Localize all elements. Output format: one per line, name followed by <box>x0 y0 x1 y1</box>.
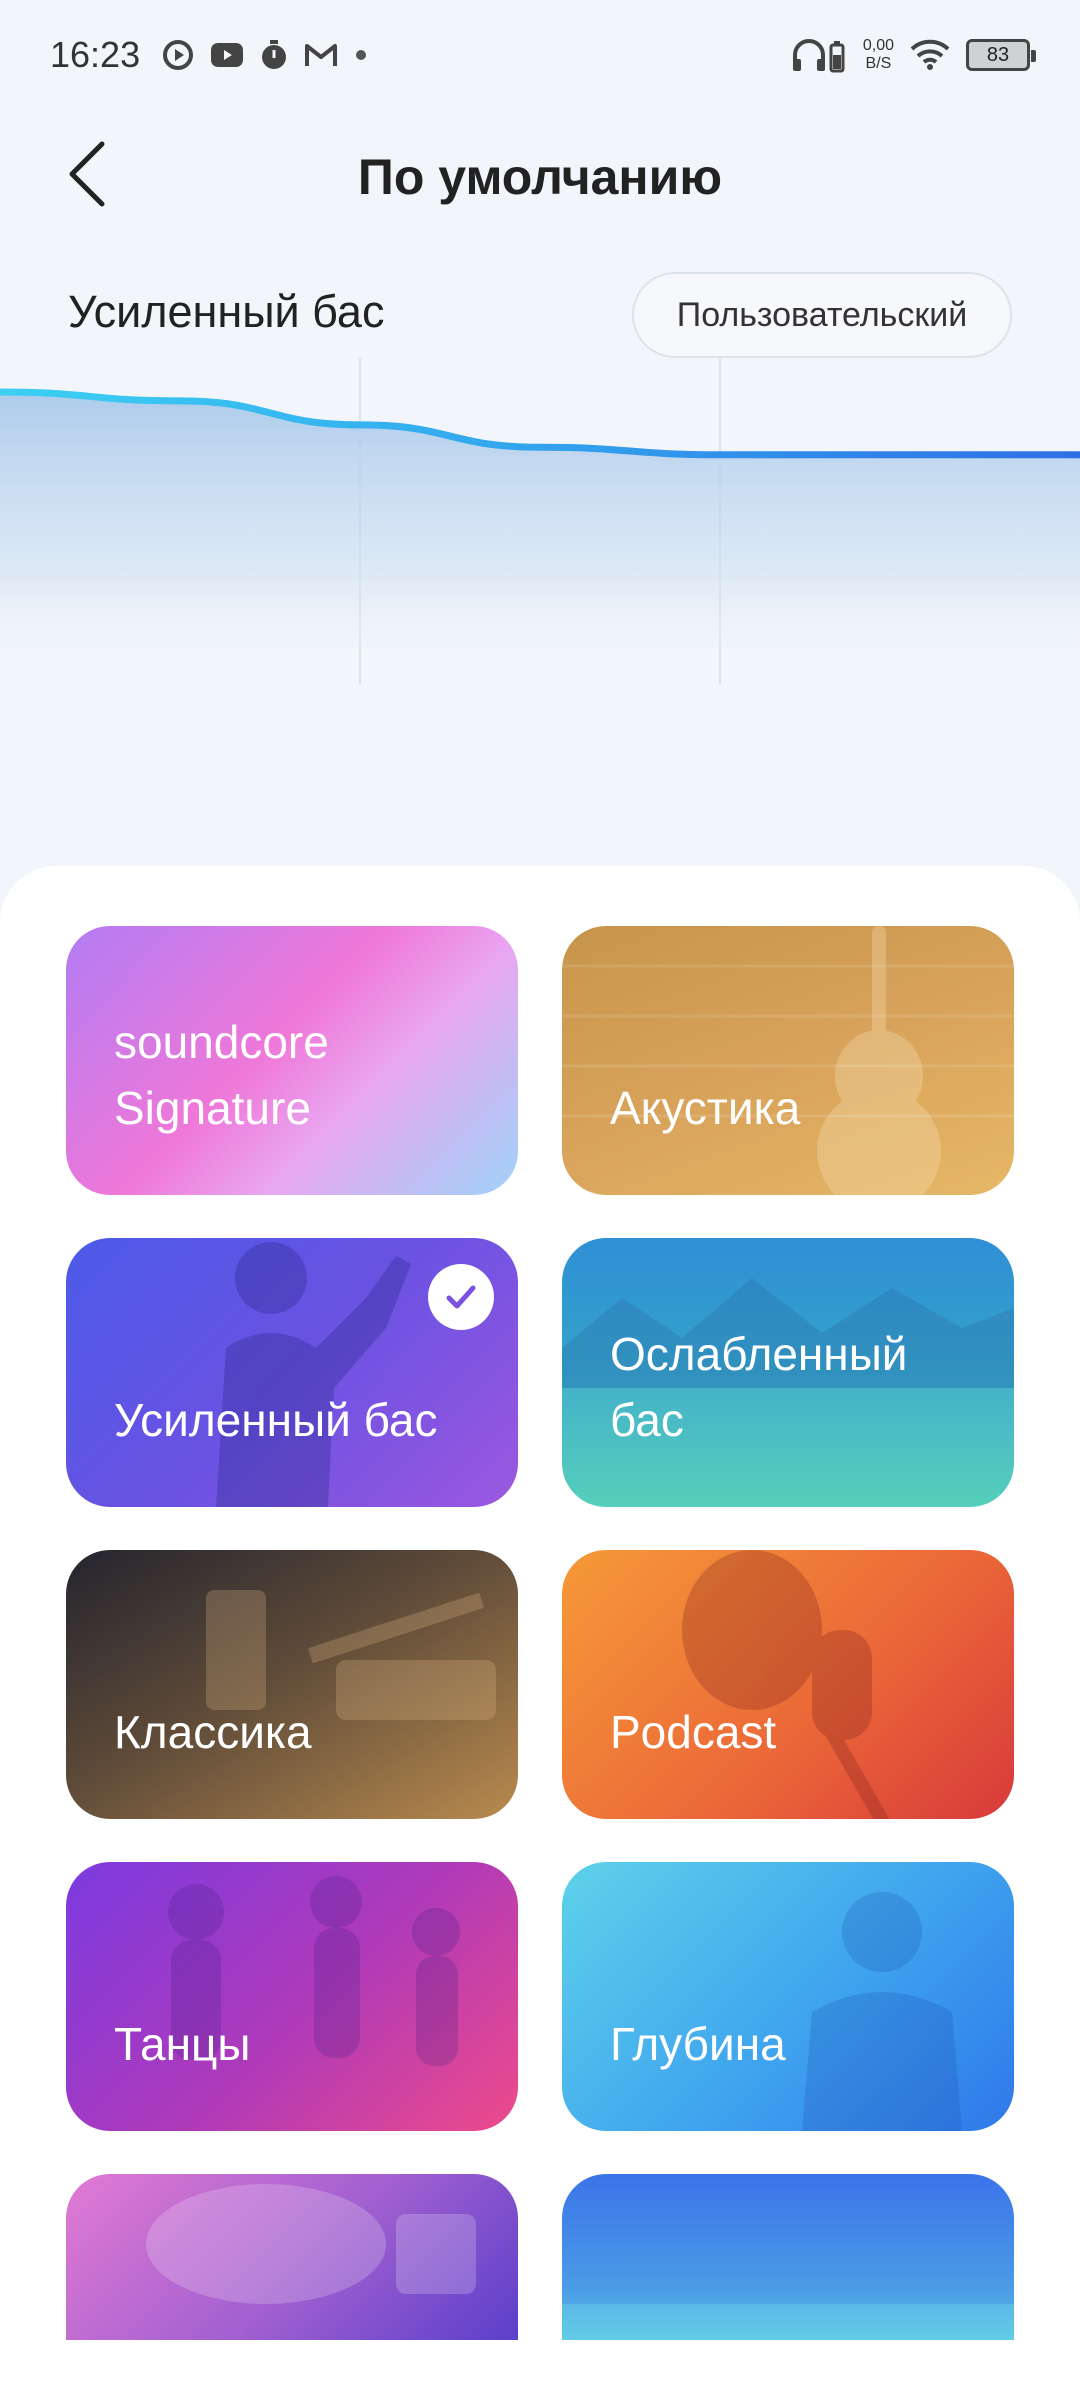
singer-microphone-image <box>682 1550 896 1819</box>
preset-label: Классика <box>114 1706 312 1758</box>
page-title: По умолчанию <box>357 149 723 205</box>
gmail-icon <box>304 42 338 68</box>
preset-label: Podcast <box>610 1706 777 1758</box>
battery-level: 83 <box>986 43 1010 66</box>
system-icons: 0,00 B/S 83 <box>791 35 1036 75</box>
preset-grid: soundcore Signature Акустика Усиленный б… <box>66 926 1014 2340</box>
preset-card[interactable] <box>562 2174 1014 2340</box>
header: По умолчанию <box>0 120 1080 230</box>
play-circle-icon <box>162 39 194 71</box>
sea-image <box>562 2304 1014 2340</box>
preset-card[interactable]: Ослабленный бас <box>562 1238 1014 1507</box>
preset-label: Акустика <box>610 1082 801 1134</box>
selected-check-icon <box>428 1264 494 1330</box>
dancers-image <box>168 1876 460 2066</box>
turntable-image <box>146 2184 476 2304</box>
preset-label: soundcore Signature <box>114 1016 329 1134</box>
timer-icon <box>260 39 288 71</box>
current-preset-label: Усиленный бас <box>68 286 385 337</box>
youtube-icon <box>210 42 244 68</box>
eq-curve-graph <box>0 358 1080 685</box>
dot-icon <box>354 48 368 62</box>
status-bar: 16:23 0,00 B/S 83 <box>0 0 1080 110</box>
net-speed: 0,00 B/S <box>863 37 894 73</box>
preset-label: Усиленный бас <box>114 1394 438 1446</box>
preset-card[interactable]: Акустика <box>562 926 1014 1195</box>
preset-card[interactable]: Танцы <box>66 1862 518 2131</box>
notification-icons <box>162 39 368 71</box>
preset-card[interactable]: Классика <box>66 1550 518 1819</box>
preset-card[interactable]: Podcast <box>562 1550 1014 1819</box>
preset-sheet: soundcore Signature Акустика Усиленный б… <box>0 866 1080 2400</box>
preset-card[interactable] <box>66 2174 518 2340</box>
preset-label: Глубина <box>610 2018 786 2070</box>
battery-icon: 83 <box>966 39 1036 71</box>
preset-label: Танцы <box>114 2018 251 2070</box>
headphones-battery-icon <box>791 35 847 75</box>
wifi-icon <box>910 39 950 71</box>
preset-card[interactable]: soundcore Signature <box>66 926 518 1195</box>
guitar-image <box>562 926 1014 1195</box>
preset-card[interactable]: Усиленный бас <box>66 1238 518 1507</box>
piano-image <box>206 1590 496 1720</box>
eq-curve-area <box>0 391 1080 670</box>
preset-card[interactable]: Глубина <box>562 1862 1014 2131</box>
status-time: 16:23 <box>50 34 141 75</box>
net-speed-value: 0,00 <box>862 37 894 54</box>
preset-label: Ослабленный бас <box>610 1328 908 1446</box>
net-speed-unit: B/S <box>865 55 892 72</box>
man-headphones-image <box>802 1892 962 2131</box>
